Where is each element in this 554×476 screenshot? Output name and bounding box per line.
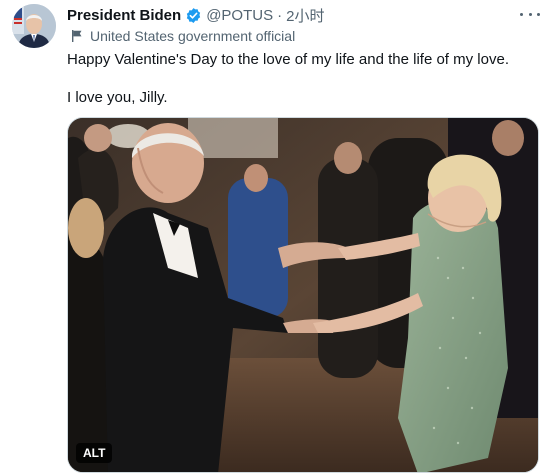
- tweet-photo[interactable]: [67, 117, 539, 473]
- affiliation-text: United States government official: [90, 28, 296, 44]
- author-avatar[interactable]: [12, 4, 56, 48]
- author-handle[interactable]: @POTUS: [206, 7, 273, 24]
- separator-dot: ·: [277, 6, 283, 24]
- verified-badge-icon[interactable]: [185, 7, 202, 24]
- photo-dancing-couple: [68, 118, 538, 472]
- flag-icon: [70, 29, 84, 43]
- tweet-text-line-2: I love you, Jilly.: [67, 89, 168, 106]
- tweet-timestamp[interactable]: 2小时: [286, 5, 324, 26]
- affiliation-label[interactable]: United States government official: [70, 28, 295, 44]
- tweet-card: President Biden @POTUS · 2小时 United Stat…: [0, 0, 554, 476]
- tweet-text-line-1: Happy Valentine's Day to the love of my …: [67, 51, 509, 68]
- author-name[interactable]: President Biden: [67, 7, 181, 24]
- avatar-photo: [12, 4, 56, 48]
- tweet-header: President Biden @POTUS · 2小时: [67, 5, 324, 25]
- alt-text-badge[interactable]: ALT: [76, 443, 113, 463]
- more-horizontal-icon[interactable]: [520, 6, 540, 22]
